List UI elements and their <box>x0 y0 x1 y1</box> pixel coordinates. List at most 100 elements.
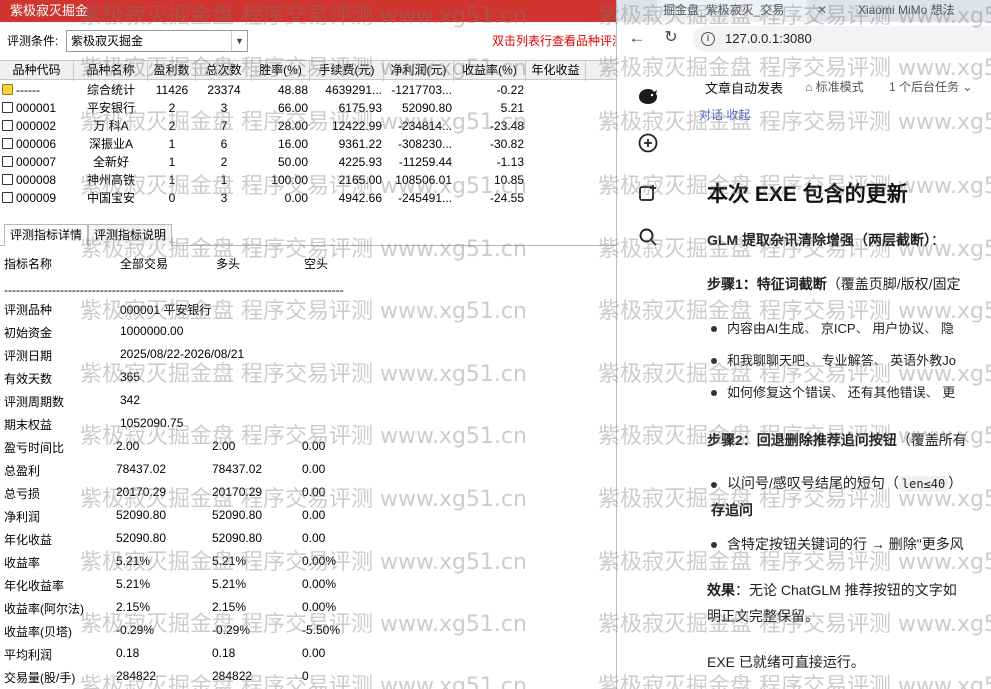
chevron-down-icon[interactable]: ▼ <box>231 31 247 51</box>
table-cell: 1 <box>168 155 176 169</box>
info-label: 期末权益 <box>4 418 53 432</box>
table-cell: 0.00 <box>284 191 308 205</box>
table-row[interactable]: 000001 平安银行 2 3 66.00 6175.93 52090.80 5.21 <box>0 99 616 117</box>
info-label: 评测品种 <box>4 303 53 317</box>
table-cell: 1 <box>168 173 176 187</box>
close-icon[interactable]: ✕ <box>817 0 827 20</box>
document-icon <box>2 156 13 167</box>
document-icon <box>2 102 13 113</box>
bullet-dot <box>711 482 717 488</box>
metric-all: 52090.80 <box>116 508 167 522</box>
new-chat-icon[interactable] <box>636 132 660 156</box>
mode-label: 标准模式 <box>815 80 864 94</box>
table-row[interactable]: 000002 万 科A 2 7 28.00 12422.99 -234814... -23.4… <box>0 117 616 135</box>
paragraph-rest: ： <box>931 232 945 248</box>
browser-tab-active[interactable]: 掘金盘_紫极寂灭_交易 <box>657 0 807 22</box>
background-tasks[interactable]: 1 个后台任务 ⌄ <box>889 78 972 95</box>
metric-label: 收益率(贝塔) <box>4 625 72 639</box>
table-row[interactable]: ------ 综合统计 11426 23374 48.88 4639291... -1217… <box>0 81 616 99</box>
info-label: 评测周期数 <box>4 395 65 409</box>
cell-text: ------ <box>16 83 40 97</box>
step1-bold: 步骤1：特征词截断 <box>707 276 827 292</box>
table-cell <box>526 153 586 171</box>
table-cell: ------ <box>0 81 74 99</box>
bullet-dot <box>711 542 717 548</box>
step1-line: 步骤1：特征词截断（覆盖页脚/版权/固定 <box>707 274 961 294</box>
search-icon[interactable] <box>636 226 660 250</box>
column-header[interactable]: 品种代码 <box>0 61 74 81</box>
metric-label: 收益率(阿尔法) <box>4 602 84 616</box>
bullet-item-4: 以问号/感叹号结尾的短句（ len≤40） <box>727 473 962 493</box>
column-header[interactable]: 净利润(元) <box>384 61 454 81</box>
chevron-down-icon: ⌄ <box>959 80 973 94</box>
back-arrow-icon[interactable]: ← <box>627 28 647 48</box>
mode-selector[interactable]: ⌂ 标准模式 <box>805 78 864 95</box>
table-cell: 3 <box>220 191 228 205</box>
new-page-icon[interactable] <box>636 182 660 206</box>
column-header[interactable]: 收益率(%) <box>454 61 526 81</box>
results-table: 品种代码 品种名称 盈利数 总次数 胜率(%) 手续费(元) 净利润(元) 收益率(%) 年化收… <box>0 60 616 216</box>
column-header[interactable]: 总次数 <box>196 61 252 81</box>
detail-header-name: 指标名称 <box>4 257 53 271</box>
table-header: 品种代码 品种名称 盈利数 总次数 胜率(%) 手续费(元) 净利润(元) 收益率(%) 年化收… <box>0 60 616 81</box>
table-row[interactable]: 000008 神州高铁 1 1 100.00 2165.00 108506.01 10.85 <box>0 171 616 189</box>
table-cell: 综合统计 <box>86 83 135 97</box>
table-cell: -308230... <box>397 137 452 151</box>
table-body: ------ 综合统计 11426 23374 48.88 4639291... -1217… <box>0 81 616 207</box>
tab-metric-details[interactable]: 评测指标详情 <box>4 224 89 246</box>
sub-heading: 存追问 <box>711 502 753 518</box>
metric-short: 0.00% <box>302 600 337 614</box>
metric-short: 0.00% <box>302 554 337 568</box>
column-header[interactable]: 手续费(元) <box>310 61 384 81</box>
table-cell: 66.00 <box>277 101 308 115</box>
column-header[interactable]: 品种名称 <box>74 61 148 81</box>
column-header[interactable]: 年化收益 <box>526 61 586 81</box>
metric-all: 5.21% <box>116 554 151 568</box>
address-bar[interactable]: i 127.0.0.1:3080 <box>693 26 991 52</box>
step2-rest: （覆盖所有 <box>896 432 967 448</box>
table-row[interactable]: 000007 全新好 1 2 50.00 4225.93 -11259.44 -1.13 <box>0 153 616 171</box>
table-cell: -23.48 <box>489 119 524 133</box>
url-text: 127.0.0.1:3080 <box>725 31 812 46</box>
column-header[interactable]: 盈利数 <box>148 61 196 81</box>
whale-logo-icon[interactable] <box>636 84 660 108</box>
app-sidebar <box>617 54 677 689</box>
table-row[interactable]: 000006 深振业A 1 6 16.00 9361.22 -308230... -30.82 <box>0 135 616 153</box>
reload-icon[interactable]: ↻ <box>661 28 681 48</box>
table-cell: 000008 <box>0 171 74 189</box>
browser-window: 掘金盘_紫极寂灭_交易 ✕ Xiaomi MiMo 想法 ← ↻ i 127.0… <box>617 0 991 689</box>
table-row[interactable]: 000009 中国宝安 0 3 0.00 4942.66 -245491... -24.55 <box>0 189 616 207</box>
content-paragraph: GLM 提取杂讯清除增强（两层截断）： <box>707 230 945 250</box>
info-icon[interactable]: i <box>701 32 715 46</box>
table-cell: 100.00 <box>271 173 308 187</box>
bullet-item-2: 和我聊聊天吧、 专业解答、 英语外教Jo <box>727 350 956 369</box>
cell-text: 000001 <box>16 101 57 115</box>
bullet-prefix: 以问号/感叹号结尾的短句（ <box>727 475 899 491</box>
bullet-dot <box>711 358 717 364</box>
app-header: 文章自动发表 ⌂ 标准模式 1 个后台任务 ⌄ <box>677 70 991 104</box>
metric-long: 0.18 <box>212 646 236 660</box>
metric-label: 收益率 <box>4 556 41 570</box>
bullet-term: 英语外教Jo <box>890 353 957 368</box>
table-cell <box>526 171 586 189</box>
stock-evaluator-window: 紫极寂灭掘金 评测条件: 紫极寂灭掘金 ▼ 双击列表行查看品种评测 品种代码 品种… <box>0 0 617 689</box>
bullet-term: 内容由AI生成 <box>727 321 805 336</box>
metric-long: 78437.02 <box>212 462 263 476</box>
table-cell: 2 <box>220 155 228 169</box>
table-cell: 中国宝安 <box>86 191 135 205</box>
metric-all: 5.21% <box>116 577 151 591</box>
metric-long: 52090.80 <box>212 531 263 545</box>
browser-tab[interactable]: Xiaomi MiMo 想法 <box>852 0 991 22</box>
criteria-select[interactable]: 紫极寂灭掘金 ▼ <box>66 30 248 52</box>
column-header[interactable]: 胜率(%) <box>252 61 310 81</box>
table-cell: 12422.99 <box>331 119 382 133</box>
summary-icon <box>2 84 13 95</box>
table-cell: 全新好 <box>92 155 129 169</box>
table-cell <box>526 99 586 117</box>
bullet-dot <box>711 390 717 396</box>
document-icon <box>2 120 13 131</box>
window-title: 紫极寂灭掘金 <box>0 0 616 22</box>
table-cell <box>526 117 586 135</box>
table-cell: 48.88 <box>277 83 308 97</box>
tab-metric-explanation[interactable]: 评测指标说明 <box>88 224 173 246</box>
